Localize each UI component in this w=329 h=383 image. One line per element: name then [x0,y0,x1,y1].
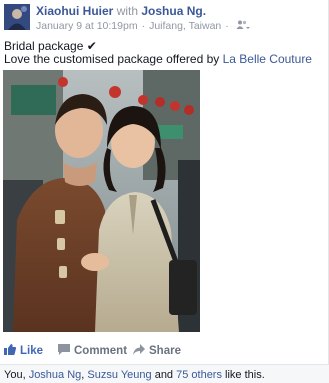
author-name-link[interactable]: Xiaohui Huier [36,4,113,18]
tagged-person-link[interactable]: Joshua Ng. [141,4,206,18]
post-body: Bridal package ✔ Love the customised pac… [4,40,312,66]
friends-icon[interactable] [236,20,250,32]
with-label: with [116,4,139,18]
post-caption-text: Love the customised package offered by [4,52,223,66]
post-caption-title: Bridal package [4,39,84,53]
post-timestamp-link[interactable]: January 9 at 10:19pm [36,20,138,32]
author-avatar[interactable] [4,4,30,30]
likes-you-text: You, [4,369,29,381]
like-button[interactable]: Like [4,344,43,358]
action-bar: Like Comment Share [0,342,329,360]
like-label: Like [20,345,44,357]
share-button[interactable]: Share [133,344,181,358]
share-arrow-icon [133,344,145,358]
comment-label: Comment [74,345,128,357]
meta-separator-2: · [225,20,229,32]
share-label: Share [149,345,181,357]
liker-link-1[interactable]: Joshua Ng [29,369,82,381]
liker-link-2[interactable]: Suzsu Yeung [87,369,151,381]
page-mention-link[interactable]: La Belle Couture [223,52,312,66]
post-text-line-2: Love the customised package offered by L… [4,53,312,66]
thumbs-up-icon [4,344,16,358]
likes-and-text: and [151,369,177,381]
likes-suffix-text: like this. [221,369,265,381]
caret-down-icon [245,27,250,29]
likes-others-link[interactable]: 75 others [176,369,222,381]
meta-separator: · [141,20,146,32]
post-meta: January 9 at 10:19pm · Juifang, Taiwan · [36,20,250,32]
post-header: Xiaohui Huier with Joshua Ng. [36,4,206,18]
speech-bubble-icon [58,344,70,358]
likes-summary: You, Joshua Ng, Suzsu Yeung and 75 other… [0,364,329,383]
post-card: Xiaohui Huier with Joshua Ng. January 9 … [0,0,329,383]
location-link[interactable]: Juifang, Taiwan [149,20,221,32]
post-photo[interactable] [3,70,200,332]
comment-button[interactable]: Comment [58,344,127,358]
check-mark-icon: ✔ [86,39,97,53]
